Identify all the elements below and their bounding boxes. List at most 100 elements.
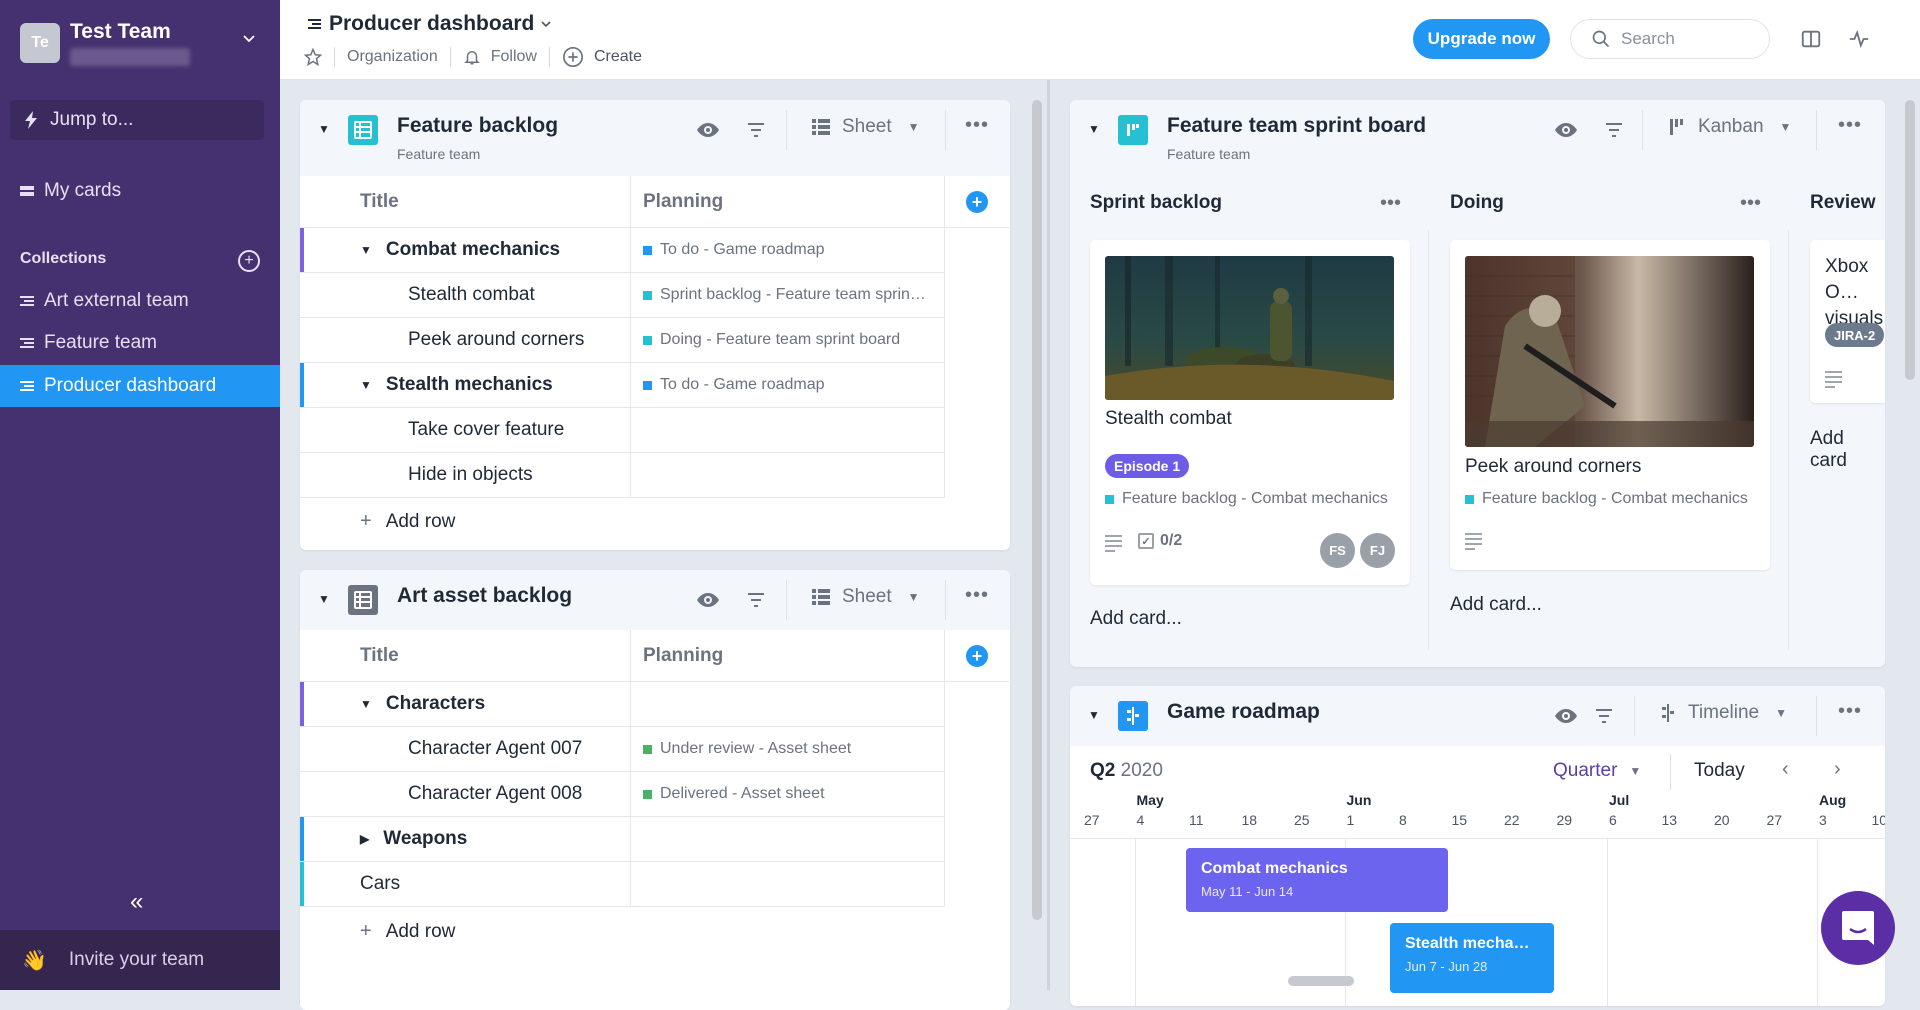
kanban-column-title[interactable]: Doing — [1450, 192, 1504, 214]
column-header-title[interactable]: Title — [300, 630, 631, 681]
more-options-icon[interactable]: ••• — [965, 584, 989, 607]
planning-link[interactable]: To do - Game roadmap — [660, 241, 825, 259]
filter-icon[interactable] — [746, 120, 766, 140]
table-row[interactable]: Character Agent 007 Under review - Asset … — [300, 727, 945, 772]
title-cell[interactable]: ▼ Characters — [300, 682, 631, 726]
star-icon[interactable] — [304, 48, 322, 66]
title-cell[interactable]: Take cover feature — [300, 408, 631, 452]
add-row-button[interactable]: + Add row — [360, 920, 455, 943]
team-switcher[interactable]: Te Test Team — [20, 20, 190, 66]
timeline-bar[interactable]: Combat mechanics May 11 - Jun 14 — [1186, 848, 1448, 912]
planning-link[interactable]: Under review - Asset sheet — [660, 740, 851, 758]
column-more-icon[interactable]: ••• — [1740, 192, 1761, 215]
planning-cell[interactable]: To do - Game roadmap — [631, 363, 945, 407]
eye-icon[interactable] — [1554, 118, 1578, 142]
kanban-column-title[interactable]: Sprint backlog — [1090, 192, 1222, 214]
add-card-button[interactable]: Add card — [1810, 428, 1885, 472]
table-group-row[interactable]: ▼ Combat mechanics To do - Game roadmap — [300, 228, 945, 273]
today-button[interactable]: Today — [1694, 760, 1745, 782]
table-row[interactable]: Take cover feature — [300, 408, 945, 453]
chevron-down-icon[interactable] — [242, 32, 256, 46]
panel-subtitle[interactable]: Feature team — [397, 146, 480, 162]
table-row[interactable]: Hide in objects — [300, 453, 945, 498]
table-group-row[interactable]: ▶ Weapons — [300, 817, 945, 862]
timeline-bar[interactable]: Stealth mecha… Jun 7 - Jun 28 — [1390, 923, 1554, 993]
collapse-caret-icon[interactable]: ▼ — [360, 697, 372, 711]
invite-team-button[interactable]: 👋 Invite your team — [0, 930, 280, 990]
table-row[interactable]: Peek around corners Doing - Feature team … — [300, 318, 945, 363]
planning-cell[interactable]: Under review - Asset sheet — [631, 727, 945, 771]
split-view-icon[interactable] — [1800, 28, 1822, 50]
sidebar-item-producer-dashboard[interactable]: Producer dashboard — [0, 365, 280, 407]
add-collection-button[interactable]: + — [238, 250, 260, 272]
assignee-avatar[interactable]: FS — [1320, 533, 1355, 568]
title-cell[interactable]: Character Agent 007 — [300, 727, 631, 771]
table-group-row[interactable]: ▼ Characters — [300, 682, 945, 727]
filter-icon[interactable] — [746, 590, 766, 610]
sidebar-item-art-external-team[interactable]: Art external team — [0, 280, 280, 322]
panel-title[interactable]: Game roadmap — [1167, 700, 1320, 724]
add-row-button[interactable]: + Add row — [360, 510, 455, 533]
planning-cell[interactable] — [631, 408, 945, 452]
sidebar-item-feature-team[interactable]: Feature team — [0, 322, 280, 364]
card-link[interactable]: Feature backlog - Combat mechanics — [1105, 490, 1388, 508]
collapse-caret-icon[interactable]: ▼ — [318, 122, 330, 136]
title-cell[interactable]: Peek around corners — [300, 318, 631, 362]
column-header-title[interactable]: Title — [300, 176, 631, 227]
search-input[interactable]: Search — [1570, 19, 1770, 59]
table-row[interactable]: Cars — [300, 862, 945, 907]
collapse-caret-icon[interactable]: ▼ — [360, 378, 372, 392]
planning-cell[interactable] — [631, 682, 945, 726]
column-header-planning[interactable]: Planning — [631, 176, 945, 227]
title-cell[interactable]: ▶ Weapons — [300, 817, 631, 861]
timeline-horizontal-scrollbar[interactable] — [1288, 976, 1354, 986]
collapse-caret-icon[interactable]: ▼ — [318, 592, 330, 606]
assignee-avatar[interactable]: FJ — [1360, 533, 1395, 568]
planning-cell[interactable] — [631, 862, 945, 906]
filter-icon[interactable] — [1604, 120, 1624, 140]
view-switcher[interactable]: Timeline ▼ — [1660, 702, 1787, 724]
follow-button[interactable]: Follow — [491, 48, 537, 66]
page-title[interactable]: Producer dashboard — [308, 12, 552, 36]
left-column-scrollbar[interactable] — [1032, 100, 1042, 920]
collapse-sidebar-icon[interactable]: « — [130, 888, 143, 916]
planning-cell[interactable]: Doing - Feature team sprint board — [631, 318, 945, 362]
column-splitter[interactable] — [1047, 80, 1050, 990]
view-switcher[interactable]: Sheet ▼ — [812, 116, 920, 138]
title-cell[interactable]: ▼ Stealth mechanics — [300, 363, 631, 407]
column-more-icon[interactable]: ••• — [1380, 192, 1401, 215]
eye-icon[interactable] — [1554, 704, 1578, 728]
collapse-caret-icon[interactable]: ▼ — [1088, 708, 1100, 722]
panel-title[interactable]: Feature team sprint board — [1167, 114, 1426, 138]
title-cell[interactable]: ▼ Combat mechanics — [300, 228, 631, 272]
eye-icon[interactable] — [696, 588, 720, 612]
column-header-planning[interactable]: Planning — [631, 630, 945, 681]
eye-icon[interactable] — [696, 118, 720, 142]
upgrade-now-button[interactable]: Upgrade now — [1413, 19, 1550, 59]
activity-icon[interactable] — [1848, 28, 1870, 50]
more-options-icon[interactable]: ••• — [965, 114, 989, 137]
planning-cell[interactable]: Sprint backlog - Feature team sprin… — [631, 273, 945, 317]
zoom-level-select[interactable]: Quarter ▼ — [1553, 760, 1641, 782]
previous-icon[interactable]: ‹ — [1782, 758, 1789, 781]
collapse-caret-icon[interactable]: ▼ — [360, 243, 372, 257]
add-card-button[interactable]: Add card... — [1450, 594, 1542, 616]
create-button[interactable]: Create — [594, 48, 642, 66]
right-column-scrollbar[interactable] — [1905, 100, 1915, 380]
add-card-button[interactable]: Add card... — [1090, 608, 1182, 630]
more-options-icon[interactable]: ••• — [1838, 114, 1862, 137]
table-group-row[interactable]: ▼ Stealth mechanics To do - Game roadmap — [300, 363, 945, 408]
table-row[interactable]: Character Agent 008 Delivered - Asset she… — [300, 772, 945, 817]
planning-cell[interactable]: Delivered - Asset sheet — [631, 772, 945, 816]
kanban-card[interactable]: Xbox O… visuals JIRA-2 — [1810, 240, 1885, 403]
add-column-button[interactable]: + — [966, 190, 988, 213]
next-icon[interactable]: › — [1834, 758, 1841, 781]
kanban-card[interactable]: Peek around corners Feature backlog - Co… — [1450, 240, 1770, 570]
table-row[interactable]: Stealth combat Sprint backlog - Feature t… — [300, 273, 945, 318]
title-cell[interactable]: Character Agent 008 — [300, 772, 631, 816]
planning-link[interactable]: Doing - Feature team sprint board — [660, 331, 900, 349]
title-cell[interactable]: Hide in objects — [300, 453, 631, 497]
sidebar-item-my-cards[interactable]: My cards — [0, 170, 280, 212]
collapse-caret-icon[interactable]: ▼ — [1088, 122, 1100, 136]
view-switcher[interactable]: Sheet ▼ — [812, 586, 920, 608]
